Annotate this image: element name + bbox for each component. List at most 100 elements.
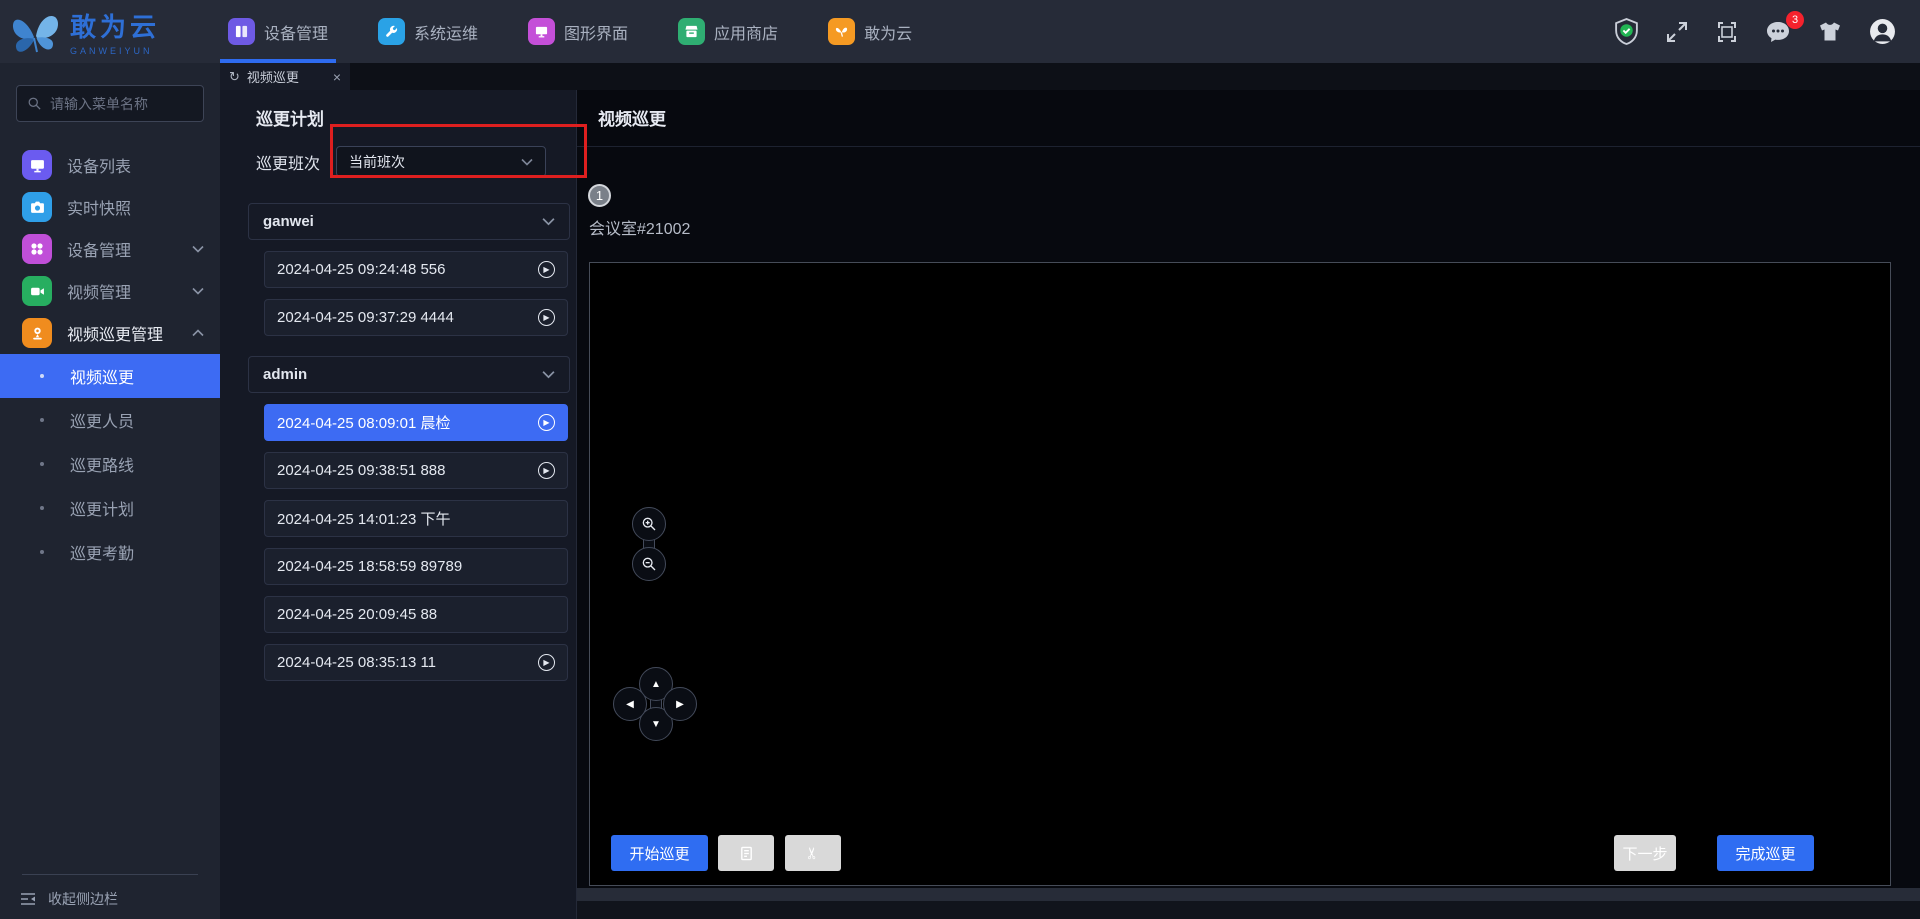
sidebar-item-label: 实时快照 bbox=[67, 201, 132, 218]
bottom-spacer bbox=[577, 901, 1920, 919]
sidebar-footer: 收起侧边栏 bbox=[0, 874, 220, 909]
nav-tab-label: 系统运维 bbox=[414, 25, 479, 43]
fullscreen-expand-icon[interactable] bbox=[1665, 20, 1689, 44]
zoom-out-button[interactable] bbox=[632, 547, 666, 581]
sidebar-item-video-patrol-management[interactable]: 视频巡更管理 bbox=[0, 312, 220, 354]
sidebar-item-device-management[interactable]: 设备管理 bbox=[0, 228, 220, 270]
user-avatar[interactable] bbox=[1869, 18, 1896, 45]
screenshot-frame-icon[interactable] bbox=[1715, 20, 1739, 44]
plan-group-ganwei[interactable]: ganwei bbox=[248, 203, 570, 240]
sidebar-subitem-video-patrol[interactable]: 视频巡更 bbox=[0, 354, 220, 398]
nav-tab-system-ops[interactable]: 系统运维 bbox=[378, 0, 478, 63]
messages-icon[interactable]: 3 bbox=[1765, 10, 1804, 44]
pan-right-button[interactable]: ▶ bbox=[663, 687, 697, 721]
video-player-area[interactable]: ▲ ▼ ◀ ▶ 开始巡更 ✂ 下一步 完成巡更 bbox=[589, 262, 1891, 886]
pan-left-button[interactable]: ◀ bbox=[613, 687, 647, 721]
chevron-down-icon bbox=[542, 217, 555, 226]
sidebar-item-label: 设备列表 bbox=[67, 159, 132, 176]
grid-apps-icon bbox=[22, 234, 52, 264]
butterfly-logo-icon bbox=[8, 7, 62, 57]
plan-record-item[interactable]: 2024-04-25 09:24:48 556 ▶ bbox=[264, 251, 568, 288]
plan-record-time: 2024-04-25 14:01:23 下午 bbox=[277, 511, 451, 528]
shift-label: 巡更班次 bbox=[256, 155, 321, 173]
nav-tab-ganweiyun[interactable]: 敢为云 bbox=[828, 0, 912, 63]
nav-tab-label: 敢为云 bbox=[864, 25, 913, 43]
device-list-icon bbox=[22, 150, 52, 180]
plan-record-item[interactable]: 2024-04-25 14:01:23 下午 bbox=[264, 500, 568, 537]
plan-record-item[interactable]: 2024-04-25 18:58:59 89789 bbox=[264, 548, 568, 585]
sidebar-subitem-patrol-attendance[interactable]: 巡更考勤 bbox=[0, 530, 220, 574]
main-panel-title: 视频巡更 bbox=[598, 110, 666, 129]
sidebar-item-video-management[interactable]: 视频管理 bbox=[0, 270, 220, 312]
sidebar-item-label: 视频管理 bbox=[67, 285, 132, 302]
collapse-icon bbox=[20, 892, 36, 906]
plan-record-item-selected[interactable]: 2024-04-25 08:09:01 晨检 ▶ bbox=[264, 404, 568, 441]
brand-subtitle: GANWEIYUN bbox=[70, 46, 153, 56]
patrol-record-button[interactable] bbox=[718, 835, 774, 871]
bullet-dot bbox=[40, 506, 44, 510]
finish-patrol-button[interactable]: 完成巡更 bbox=[1717, 835, 1814, 871]
nav-tab-graphic-interface[interactable]: 图形界面 bbox=[528, 0, 628, 63]
plan-record-time: 2024-04-25 08:09:01 晨检 bbox=[277, 415, 451, 432]
camera-icon bbox=[22, 192, 52, 222]
zoom-in-button[interactable] bbox=[632, 507, 666, 541]
arrow-down-icon: ▼ bbox=[651, 718, 661, 730]
plan-record-item[interactable]: 2024-04-25 20:09:45 88 bbox=[264, 596, 568, 633]
video-camera-icon bbox=[22, 276, 52, 306]
page-tab-video-patrol[interactable]: ↻ 视频巡更 × bbox=[220, 63, 350, 90]
shift-select-value: 当前班次 bbox=[349, 153, 406, 170]
theme-shirt-icon[interactable] bbox=[1817, 20, 1843, 43]
snip-button[interactable]: ✂ bbox=[785, 835, 841, 871]
page-tabstrip: ↻ 视频巡更 × bbox=[220, 63, 1920, 90]
shift-select[interactable]: 当前班次 bbox=[336, 146, 547, 177]
plan-record-item[interactable]: 2024-04-25 09:37:29 4444 ▶ bbox=[264, 299, 568, 336]
sidebar-subitem-label: 巡更人员 bbox=[70, 414, 135, 431]
video-patrol-main-panel: 视频巡更 1 会议室#21002 ▲ ▼ ◀ ▶ 开始巡更 ✂ 下一步 完成巡更 bbox=[577, 90, 1920, 919]
play-icon[interactable]: ▶ bbox=[538, 261, 555, 278]
menu-search-box[interactable] bbox=[16, 85, 204, 122]
play-icon[interactable]: ▶ bbox=[538, 654, 555, 671]
sidebar-subitem-label: 巡更路线 bbox=[70, 458, 135, 475]
play-icon[interactable]: ▶ bbox=[538, 414, 555, 431]
page-tab-label: 视频巡更 bbox=[246, 70, 299, 85]
play-icon[interactable]: ▶ bbox=[538, 462, 555, 479]
plan-record-item[interactable]: 2024-04-25 09:38:51 888 ▶ bbox=[264, 452, 568, 489]
nav-tab-device-management[interactable]: 设备管理 bbox=[219, 0, 337, 63]
record-doc-icon bbox=[739, 846, 754, 861]
group-name: ganwei bbox=[263, 213, 314, 230]
divider bbox=[577, 146, 1920, 147]
nav-tab-label: 设备管理 bbox=[264, 25, 329, 43]
sidebar-subitem-patrol-route[interactable]: 巡更路线 bbox=[0, 442, 220, 486]
sidebar-subitem-patrol-plan[interactable]: 巡更计划 bbox=[0, 486, 220, 530]
collapse-label: 收起侧边栏 bbox=[48, 891, 118, 907]
patrol-person-icon bbox=[22, 318, 52, 348]
chevron-down-icon bbox=[192, 245, 204, 253]
next-step-button[interactable]: 下一步 bbox=[1614, 835, 1676, 871]
refresh-icon[interactable]: ↻ bbox=[229, 69, 240, 85]
security-shield-icon[interactable] bbox=[1614, 18, 1639, 45]
search-icon bbox=[27, 96, 42, 111]
sidebar-item-device-list[interactable]: 设备列表 bbox=[0, 144, 220, 186]
chevron-down-icon bbox=[192, 287, 204, 295]
sidebar-subitem-label: 视频巡更 bbox=[70, 370, 135, 387]
search-input[interactable] bbox=[50, 95, 193, 112]
plan-record-item[interactable]: 2024-04-25 08:35:13 11 ▶ bbox=[264, 644, 568, 681]
nav-tab-app-store[interactable]: 应用商店 bbox=[678, 0, 778, 63]
store-icon bbox=[678, 18, 706, 45]
close-tab-icon[interactable]: × bbox=[333, 69, 341, 85]
brand: 敢为云 GANWEIYUN bbox=[0, 7, 220, 57]
collapse-sidebar-button[interactable]: 收起侧边栏 bbox=[0, 889, 220, 909]
plan-record-time: 2024-04-25 09:38:51 888 bbox=[277, 462, 446, 479]
sidebar-subitem-patrol-personnel[interactable]: 巡更人员 bbox=[0, 398, 220, 442]
device-management-icon bbox=[228, 18, 255, 45]
start-patrol-button[interactable]: 开始巡更 bbox=[611, 835, 708, 871]
patrol-plan-panel: 巡更计划 巡更班次 当前班次 ganwei 2024-04-25 09:24:4… bbox=[220, 90, 577, 919]
arrow-left-icon: ◀ bbox=[626, 698, 634, 710]
bottom-scrollbar-track[interactable] bbox=[577, 888, 1920, 901]
play-icon[interactable]: ▶ bbox=[538, 309, 555, 326]
sidebar-item-live-snapshot[interactable]: 实时快照 bbox=[0, 186, 220, 228]
monitor-icon bbox=[528, 18, 556, 45]
plan-group-admin[interactable]: admin bbox=[248, 356, 570, 393]
scissors-icon: ✂ bbox=[805, 846, 822, 860]
message-count-badge: 3 bbox=[1786, 10, 1804, 29]
